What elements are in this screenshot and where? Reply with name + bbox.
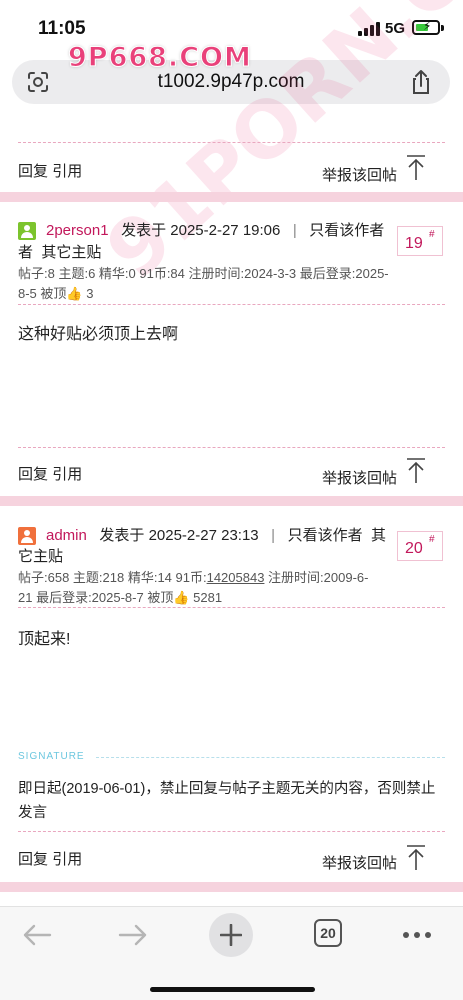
quote-link[interactable]: 引用 [52,466,82,483]
battery-icon: ⚡ [412,19,440,35]
reply-link[interactable]: 回复 引用 [18,160,82,181]
post-content: 这种好贴必须顶上去啊 [18,326,179,343]
divider [18,142,445,143]
new-tab-button[interactable] [209,913,253,957]
username-link[interactable]: 2person1 [46,222,109,239]
signature-text: 即日起(2019-06-01)，禁止回复与帖子主题无关的内容，否则禁止 发言 [18,781,436,821]
post-header: 2person1 发表于 2025-2-27 19:06 | 只看该作者 [46,222,385,239]
reply-link[interactable]: 回复 引用 [18,848,82,869]
more-icon[interactable] [402,931,432,939]
back-to-top-icon[interactable] [406,845,426,871]
back-to-top-icon[interactable] [406,458,426,484]
post-separator [0,496,463,506]
avatar[interactable] [18,527,36,545]
watermark-logo: 9P668.COM [68,42,252,74]
divider [18,447,445,448]
status-time: 11:05 [38,18,86,39]
post-separator [0,192,463,202]
floor-number: 19 # [397,226,443,256]
post-separator [0,882,463,892]
divider [18,607,445,608]
quote-link[interactable]: 引用 [52,163,82,180]
report-link[interactable]: 举报该回帖 [322,852,397,873]
signature-label: SIGNATURE [18,751,85,762]
signature-divider [96,757,445,758]
plus-icon [220,924,242,946]
user-stats: 帖子:658 主题:218 精华:14 91币:14205843 注册时间:20… [18,570,369,605]
back-to-top-icon[interactable] [406,155,426,181]
share-icon[interactable] [410,69,432,95]
quote-link[interactable]: 引用 [52,851,82,868]
network-label: 5G [385,20,406,37]
post-header: admin 发表于 2025-2-27 23:13 | 只看该作者 其 [46,527,386,544]
only-author-link[interactable]: 只看该作者 [309,222,384,239]
divider [18,831,445,832]
thumbs-up-icon: 👍 [173,590,190,605]
home-indicator [150,987,315,992]
report-link[interactable]: 举报该回帖 [322,467,397,488]
tabs-button[interactable]: 20 [314,919,342,947]
only-author-link[interactable]: 只看该作者 [288,527,363,544]
coins-link[interactable]: 14205843 [207,570,265,585]
floor-number: 20 # [397,531,443,561]
browser-toolbar: 20 [0,906,463,1000]
url-text[interactable]: t1002.9p47p.com [12,71,450,93]
divider [18,304,445,305]
avatar[interactable] [18,222,36,240]
signal-icon [358,22,380,36]
back-arrow-icon[interactable] [22,923,52,947]
thumbs-up-icon: 👍 [66,286,83,301]
user-stats: 帖子:8 主题:6 精华:0 91币:84 注册时间:2024-3-3 最后登录… [18,266,389,301]
forward-arrow-icon[interactable] [118,923,148,947]
reply-link[interactable]: 回复 引用 [18,463,82,484]
other-posts-link[interactable]: 者 其它主贴 [18,242,101,264]
report-link[interactable]: 举报该回帖 [322,164,397,185]
username-link[interactable]: admin [46,527,87,544]
post-content: 顶起来! [18,631,71,648]
other-posts-link[interactable]: 它主贴 [18,546,63,568]
